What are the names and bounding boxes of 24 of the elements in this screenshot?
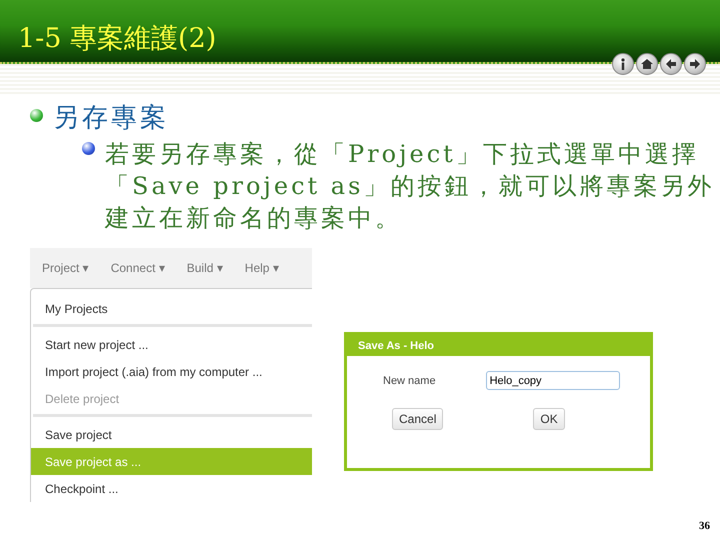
info-icon: [621, 58, 625, 70]
menu-item[interactable]: Start new project ...: [31, 331, 312, 358]
menu-bar-item[interactable]: Connect ▾: [110, 261, 165, 275]
bullet-text: 若要另存專案，從「Project」下拉式選單中選擇「Save project as」的按鈕，就可以將專案另外建立在新命名的專案中。: [105, 139, 716, 234]
cancel-button[interactable]: Cancel: [392, 408, 444, 430]
left-arrow-icon: [666, 59, 676, 69]
home-icon: [641, 59, 653, 69]
name-field[interactable]: Helo_copy: [486, 371, 620, 390]
right-arrow-icon: [690, 59, 700, 69]
ok-button[interactable]: OK: [533, 408, 565, 430]
menu-bar-item[interactable]: Build ▾: [186, 261, 223, 275]
dialog-title: Save As - Helo: [347, 335, 650, 356]
slide-title: 1-5 專案維護(2): [17, 22, 216, 56]
menu-item[interactable]: My Projects: [31, 295, 312, 322]
page-number: 36: [699, 520, 710, 532]
field-label: New name: [383, 374, 436, 386]
bullet-heading: 另存專案: [53, 102, 169, 134]
menu-item[interactable]: Checkpoint ...: [31, 475, 312, 502]
menu-item[interactable]: Save project: [31, 421, 312, 448]
menu-item[interactable]: Import project (.aia) from my computer ...: [31, 358, 312, 385]
bullet-icon: [30, 109, 43, 122]
menu-bar-item[interactable]: Help ▾: [244, 261, 279, 275]
bullet-icon: [82, 142, 95, 155]
menu-bar-item[interactable]: Project ▾: [42, 261, 89, 275]
